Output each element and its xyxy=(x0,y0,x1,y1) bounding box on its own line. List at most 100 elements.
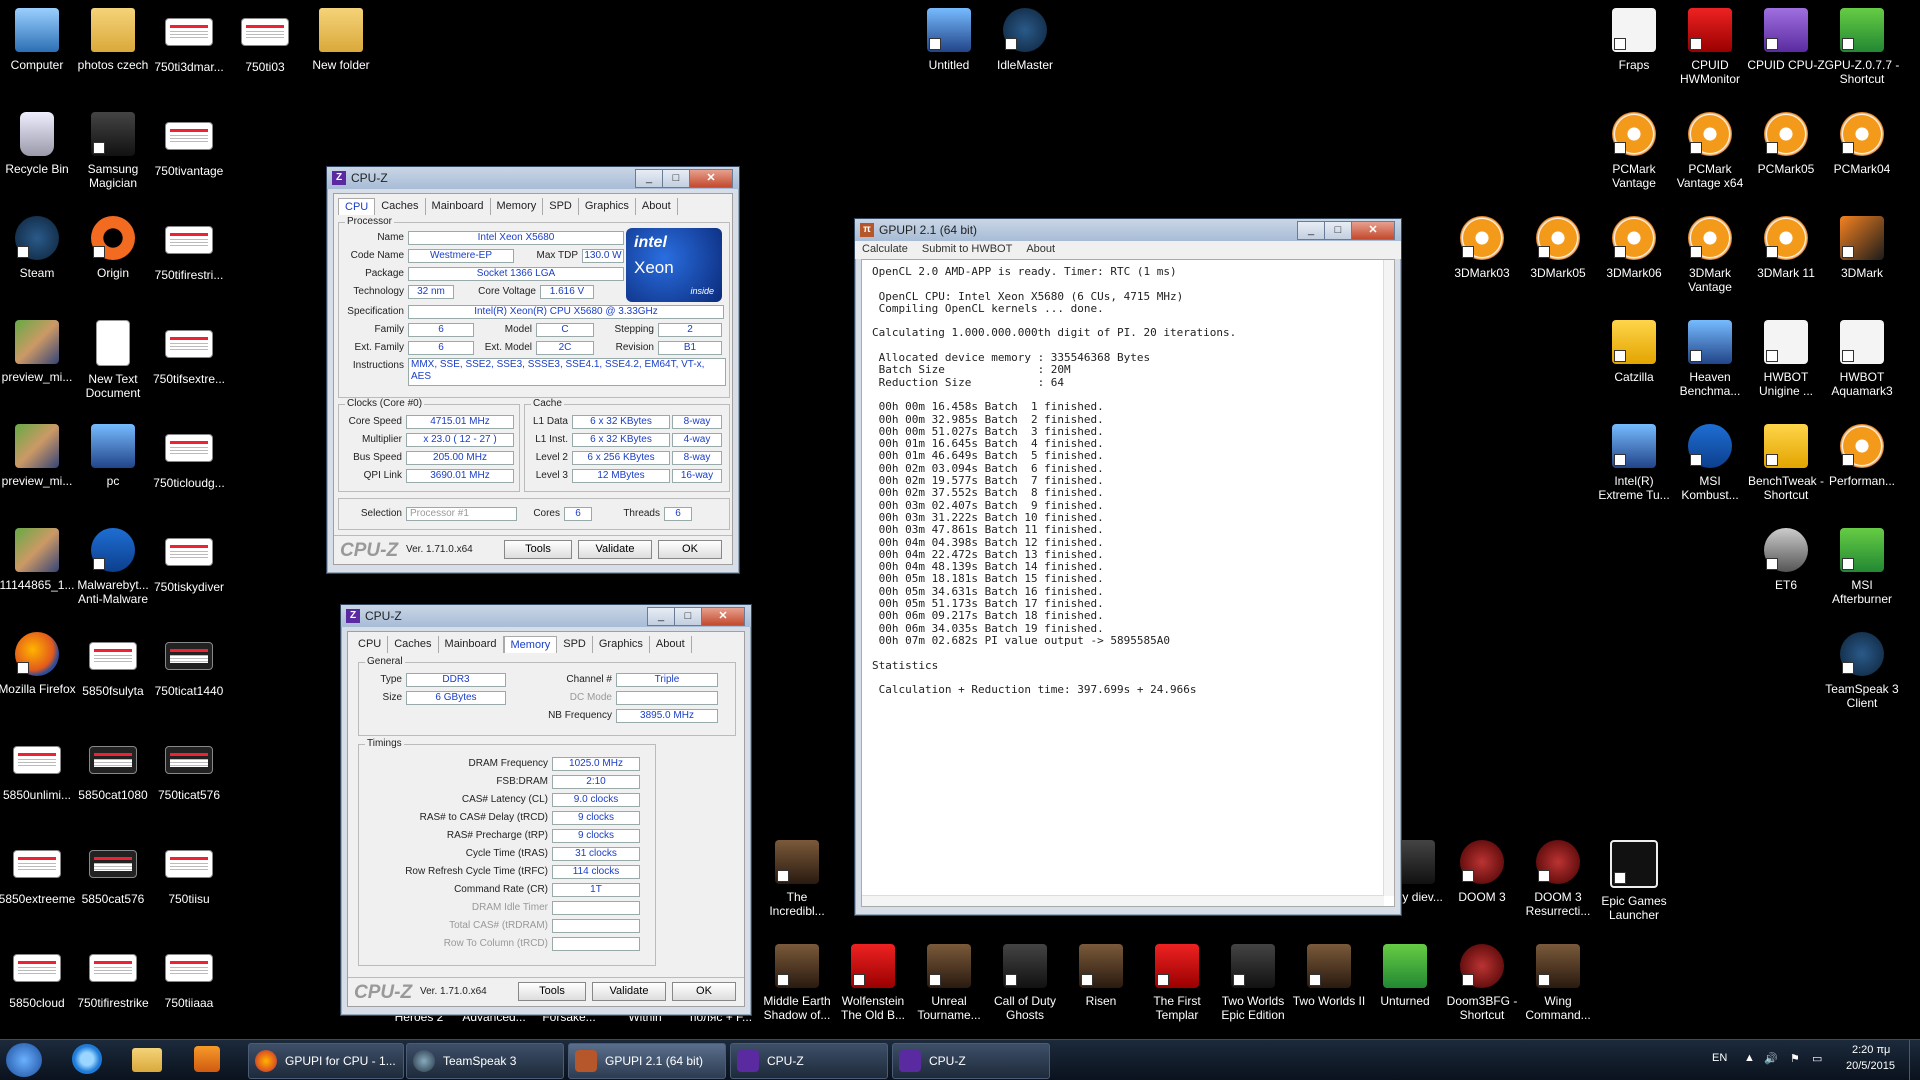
language-indicator[interactable]: EN xyxy=(1712,1052,1727,1064)
tab-caches[interactable]: Caches xyxy=(388,636,439,653)
cpuz-window-memory[interactable]: Z CPU-Z _ □ ✕ CPU Caches Mainboard Memor… xyxy=(340,604,752,1016)
validate-button[interactable]: Validate xyxy=(578,540,652,559)
desktop-icon-benchtweak[interactable]: BenchTweak - Shortcut xyxy=(1747,424,1825,502)
tab-mainboard[interactable]: Mainboard xyxy=(439,636,504,653)
desktop-icon-750tiskydiver[interactable]: 750tiskydiver xyxy=(150,528,228,594)
minimize-button[interactable]: _ xyxy=(635,169,663,188)
title-bar[interactable]: Z CPU-Z _ □ ✕ xyxy=(341,605,751,627)
tab-spd[interactable]: SPD xyxy=(543,198,579,215)
maximize-button[interactable]: □ xyxy=(674,607,702,626)
clock-time[interactable]: 2:20 πμ xyxy=(1852,1044,1890,1056)
desktop-icon-epic-launcher[interactable]: Epic Games Launcher xyxy=(1595,840,1673,922)
volume-icon[interactable]: 🔊 xyxy=(1764,1052,1778,1065)
desktop-icon-cpuid-hwmonitor[interactable]: CPUID HWMonitor xyxy=(1671,8,1749,86)
desktop-icon-doom3bfg[interactable]: Doom3BFG - Shortcut xyxy=(1443,944,1521,1022)
desktop-icon-5850unlimi[interactable]: 5850unlimi... xyxy=(0,736,76,802)
title-bar[interactable]: Z CPU-Z _ □ ✕ xyxy=(327,167,739,189)
menu-about[interactable]: About xyxy=(1019,241,1062,259)
action-center-flag-icon[interactable]: ⚑ xyxy=(1790,1052,1800,1065)
desktop-icon-risen[interactable]: Risen xyxy=(1062,944,1140,1008)
desktop-icon-msi-afterburner[interactable]: MSI Afterburner xyxy=(1823,528,1901,606)
taskbar-item-teamspeak[interactable]: TeamSpeak 3 xyxy=(406,1043,564,1079)
desktop-icon-750tiiaaa[interactable]: 750tiiaaa xyxy=(150,944,228,1010)
desktop-icon-gpuz[interactable]: GPU-Z.0.7.7 - Shortcut xyxy=(1823,8,1901,86)
desktop-icon-teamspeak3[interactable]: TeamSpeak 3 Client xyxy=(1823,632,1901,710)
tab-graphics[interactable]: Graphics xyxy=(593,636,650,653)
desktop-icon-photos-czech[interactable]: photos czech xyxy=(74,8,152,72)
tools-button[interactable]: Tools xyxy=(504,540,572,559)
desktop-icon-750tifsextre[interactable]: 750tifsextre... xyxy=(150,320,228,386)
tab-cpu[interactable]: CPU xyxy=(352,636,389,653)
desktop-icon-3dmark06[interactable]: 3DMark06 xyxy=(1595,216,1673,280)
desktop-icon-catzilla[interactable]: Catzilla xyxy=(1595,320,1673,384)
desktop-icon-new-folder[interactable]: New folder xyxy=(302,8,380,72)
desktop-icon-750tifirestri[interactable]: 750tifirestri... xyxy=(150,216,228,282)
desktop-icon-two-worlds-2[interactable]: Two Worlds II xyxy=(1290,944,1368,1008)
tab-cpu[interactable]: CPU xyxy=(338,198,376,215)
desktop-icon-untitled[interactable]: Untitled xyxy=(910,8,988,72)
desktop-icon-computer[interactable]: Computer xyxy=(0,8,76,72)
desktop-icon-750tivantage[interactable]: 750tivantage xyxy=(150,112,228,178)
start-button[interactable] xyxy=(6,1043,42,1077)
desktop-icon-5850cloud[interactable]: 5850cloud xyxy=(0,944,76,1010)
close-button[interactable]: ✕ xyxy=(1351,221,1395,240)
tab-graphics[interactable]: Graphics xyxy=(579,198,636,215)
desktop-icon-intel-xtu[interactable]: Intel(R) Extreme Tu... xyxy=(1595,424,1673,502)
tab-about[interactable]: About xyxy=(650,636,692,653)
desktop-icon-doom3-resurrection[interactable]: DOOM 3 Resurrecti... xyxy=(1519,840,1597,918)
desktop-icon-pcmark05[interactable]: PCMark05 xyxy=(1747,112,1825,176)
desktop-icon-750ti3dmark[interactable]: 750ti3dmar... xyxy=(150,8,228,74)
desktop-icon-750tifirestrike[interactable]: 750tifirestrike xyxy=(74,944,152,1010)
close-button[interactable]: ✕ xyxy=(701,607,745,626)
clock-date[interactable]: 20/5/2015 xyxy=(1846,1060,1895,1072)
desktop-icon-recycle-bin[interactable]: Recycle Bin xyxy=(0,112,76,176)
desktop-icon-750tiisu[interactable]: 750tiisu xyxy=(150,840,228,906)
desktop-icon-origin[interactable]: Origin xyxy=(74,216,152,280)
desktop-icon-5850cat1080[interactable]: 5850cat1080 xyxy=(74,736,152,802)
desktop-icon-cod-ghosts[interactable]: Call of Duty Ghosts xyxy=(986,944,1064,1022)
desktop-icon-doom3[interactable]: DOOM 3 xyxy=(1443,840,1521,904)
desktop-icon-pc[interactable]: pc xyxy=(74,424,152,488)
desktop-icon-fraps[interactable]: Fraps xyxy=(1595,8,1673,72)
desktop-icon-unreal[interactable]: Unreal Tourname... xyxy=(910,944,988,1022)
tab-mainboard[interactable]: Mainboard xyxy=(426,198,491,215)
network-icon[interactable]: ▭ xyxy=(1812,1052,1822,1065)
desktop-icon-3dmark11[interactable]: 3DMark 11 xyxy=(1747,216,1825,280)
pinned-internet-explorer[interactable] xyxy=(68,1044,106,1076)
desktop-icon-3dmark[interactable]: 3DMark xyxy=(1823,216,1901,280)
desktop-icon-first-templar[interactable]: The First Templar xyxy=(1138,944,1216,1022)
minimize-button[interactable]: _ xyxy=(647,607,675,626)
minimize-button[interactable]: _ xyxy=(1297,221,1325,240)
desktop-icon-pcmark04[interactable]: PCMark04 xyxy=(1823,112,1901,176)
desktop-icon-performan[interactable]: Performan... xyxy=(1823,424,1901,488)
desktop-icon-preview-2[interactable]: preview_mi... xyxy=(0,424,76,488)
desktop-icon-wing-command[interactable]: Wing Command... xyxy=(1519,944,1597,1022)
desktop-icon-hwbot-unigine[interactable]: HWBOT Unigine ... xyxy=(1747,320,1825,398)
maximize-button[interactable]: □ xyxy=(662,169,690,188)
taskbar-item-gpupi-firefox[interactable]: GPUPI for CPU - 1... xyxy=(248,1043,404,1079)
desktop-icon-et6[interactable]: ET6 xyxy=(1747,528,1825,592)
taskbar-item-cpuz-2[interactable]: CPU-Z xyxy=(892,1043,1050,1079)
desktop-icon-wolfenstein[interactable]: Wolfenstein The Old B... xyxy=(834,944,912,1022)
vertical-scrollbar[interactable] xyxy=(1383,260,1394,896)
tab-spd[interactable]: SPD xyxy=(557,636,593,653)
desktop-icon-750ticat576[interactable]: 750ticat576 xyxy=(150,736,228,802)
tab-memory[interactable]: Memory xyxy=(503,636,558,653)
desktop-icon-pcmark-vantage-x64[interactable]: PCMark Vantage x64 xyxy=(1671,112,1749,190)
desktop-icon-firefox[interactable]: Mozilla Firefox xyxy=(0,632,76,696)
desktop-icon-3dmark03[interactable]: 3DMark03 xyxy=(1443,216,1521,280)
desktop-icon-steam[interactable]: Steam xyxy=(0,216,76,280)
desktop-icon-750ti03[interactable]: 750ti03 xyxy=(226,8,304,74)
pinned-explorer[interactable] xyxy=(128,1044,166,1076)
desktop-icon-preview-1[interactable]: preview_mi... xyxy=(0,320,76,384)
close-button[interactable]: ✕ xyxy=(689,169,733,188)
desktop-icon-11144865[interactable]: 11144865_1... xyxy=(0,528,76,592)
gpupi-window[interactable]: π GPUPI 2.1 (64 bit) _ □ ✕ Calculate Sub… xyxy=(854,218,1402,916)
desktop-icon-the-incredible[interactable]: The Incredibl... xyxy=(758,840,836,918)
desktop-icon-msi-kombustor[interactable]: MSI Kombust... xyxy=(1671,424,1749,502)
tab-caches[interactable]: Caches xyxy=(375,198,426,215)
desktop-icon-idlemaster[interactable]: IdleMaster xyxy=(986,8,1064,72)
desktop-icon-new-text-document[interactable]: New Text Document xyxy=(74,320,152,400)
tab-memory[interactable]: Memory xyxy=(491,198,544,215)
desktop-icon-3dmark-vantage[interactable]: 3DMark Vantage xyxy=(1671,216,1749,294)
